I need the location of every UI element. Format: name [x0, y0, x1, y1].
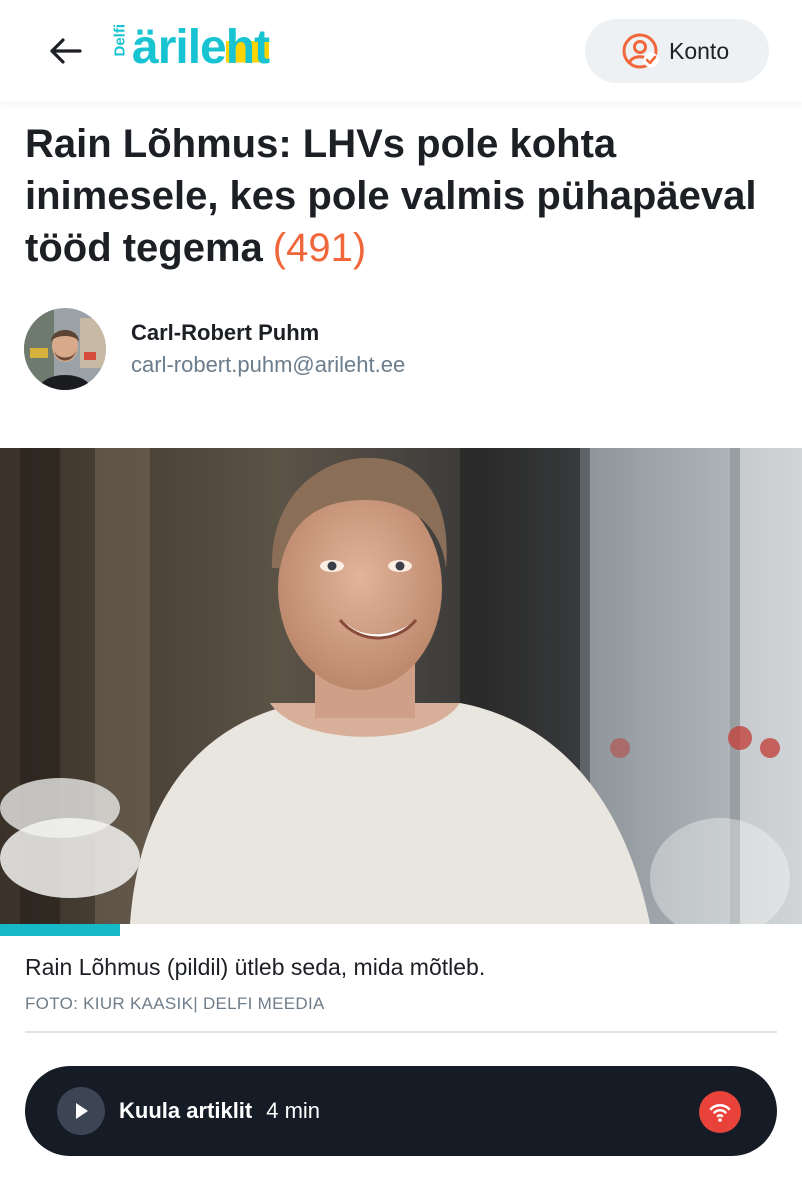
- image-caption: Rain Lõhmus (pildil) ütleb seda, mida mõ…: [25, 954, 486, 980]
- play-icon: [76, 1103, 88, 1119]
- account-label: Konto: [669, 37, 730, 64]
- gallery-progress-bar: [0, 924, 802, 936]
- author-name[interactable]: Carl-Robert Puhm: [131, 320, 405, 346]
- gallery-progress-fill: [0, 924, 121, 936]
- logo-delfi-text: Delfi: [111, 23, 129, 56]
- logo-main-start: ärile: [132, 21, 227, 74]
- article-title: Rain Lõhmus: LHVs pole kohta inimesele, …: [25, 118, 785, 274]
- site-logo[interactable]: Delfi ärileht: [111, 20, 270, 76]
- article-title-text: Rain Lõhmus: LHVs pole kohta inimesele, …: [25, 122, 757, 270]
- divider: [25, 1031, 777, 1033]
- author-email[interactable]: carl-robert.puhm@arileht.ee: [131, 352, 405, 378]
- author-block[interactable]: Carl-Robert Puhm carl-robert.puhm@arileh…: [24, 308, 405, 390]
- top-bar: Delfi ärileht Konto: [0, 0, 802, 102]
- arrow-left-icon: [50, 38, 82, 64]
- back-button[interactable]: [40, 28, 90, 74]
- play-button[interactable]: [57, 1087, 105, 1135]
- user-check-icon: [622, 33, 659, 69]
- account-button[interactable]: Konto: [585, 19, 769, 83]
- audio-duration: 4 min: [266, 1098, 321, 1123]
- audio-label: Kuula artiklit: [119, 1098, 253, 1123]
- hero-image[interactable]: [0, 448, 802, 924]
- listen-article-button[interactable]: Kuula artiklit 4 min: [25, 1066, 777, 1156]
- comment-count-link[interactable]: (491): [273, 226, 366, 270]
- podcast-icon: [699, 1091, 741, 1133]
- logo-main-text: ärileht: [132, 21, 270, 74]
- image-credit: FOTO: KIUR KAASIK| DELFI MEEDIA: [25, 994, 325, 1013]
- author-avatar: [24, 308, 106, 390]
- logo-main-end: ht: [225, 21, 270, 74]
